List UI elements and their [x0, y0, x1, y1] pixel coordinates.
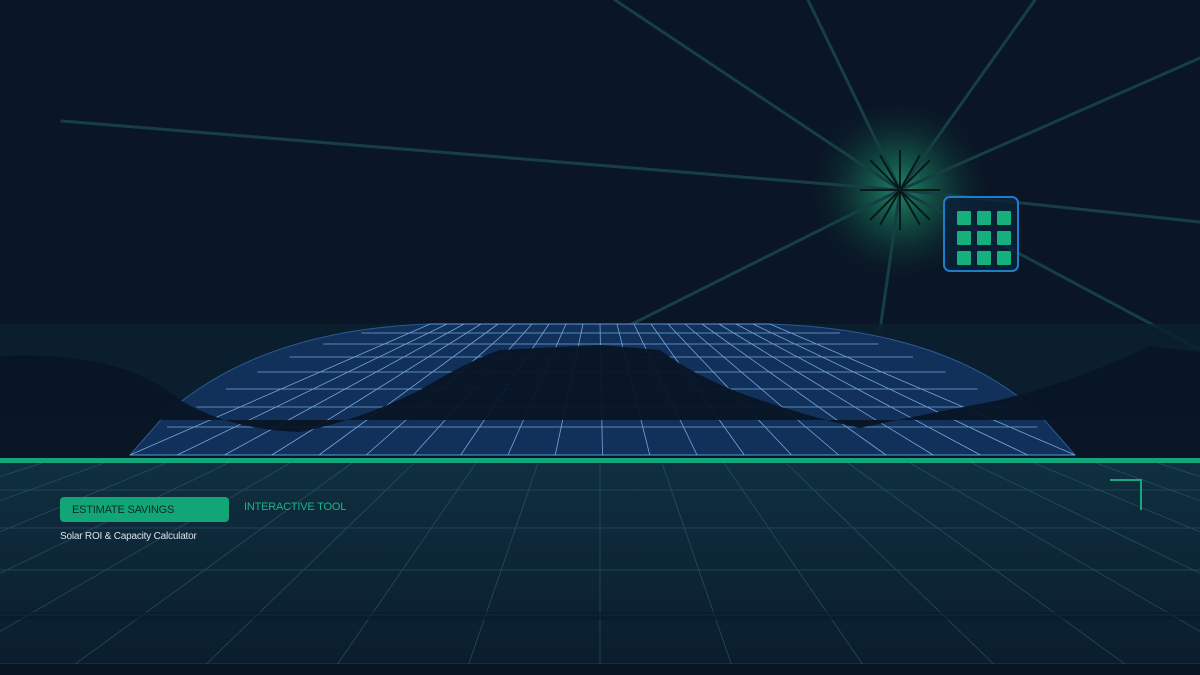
interactive-tool-link[interactable]: INTERACTIVE TOOL	[244, 501, 346, 513]
horizon-line	[0, 458, 1200, 463]
sun-core	[860, 150, 940, 230]
solar-scene-illustration	[0, 0, 1200, 675]
grid-menu-icon[interactable]	[943, 196, 1019, 272]
estimate-savings-button[interactable]: ESTIMATE SAVINGS	[60, 497, 229, 522]
hero-stage: ESTIMATE SAVINGS INTERACTIVE TOOL Solar …	[0, 0, 1200, 675]
calculator-subtitle: Solar ROI & Capacity Calculator	[60, 531, 197, 542]
